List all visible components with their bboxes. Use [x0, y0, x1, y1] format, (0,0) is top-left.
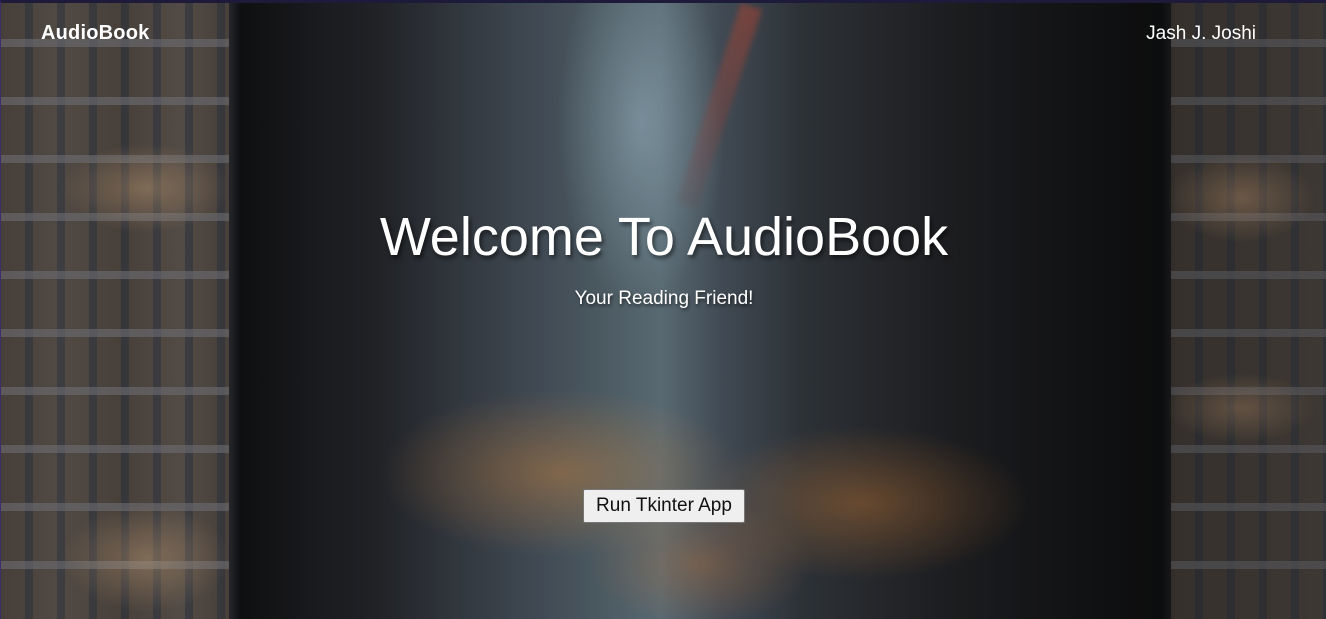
author-link[interactable]: Jash J. Joshi: [1146, 23, 1256, 45]
hero-title: Welcome To AudioBook: [379, 207, 949, 267]
brand-link[interactable]: AudioBook: [41, 22, 149, 45]
page: AudioBook Jash J. Joshi Welcome To Audio…: [0, 0, 1326, 619]
background-overlay: [1, 3, 1326, 619]
run-tkinter-app-button[interactable]: Run Tkinter App: [583, 489, 745, 523]
navbar: AudioBook Jash J. Joshi: [1, 3, 1326, 67]
hero-subtitle: Your Reading Friend!: [574, 288, 754, 309]
